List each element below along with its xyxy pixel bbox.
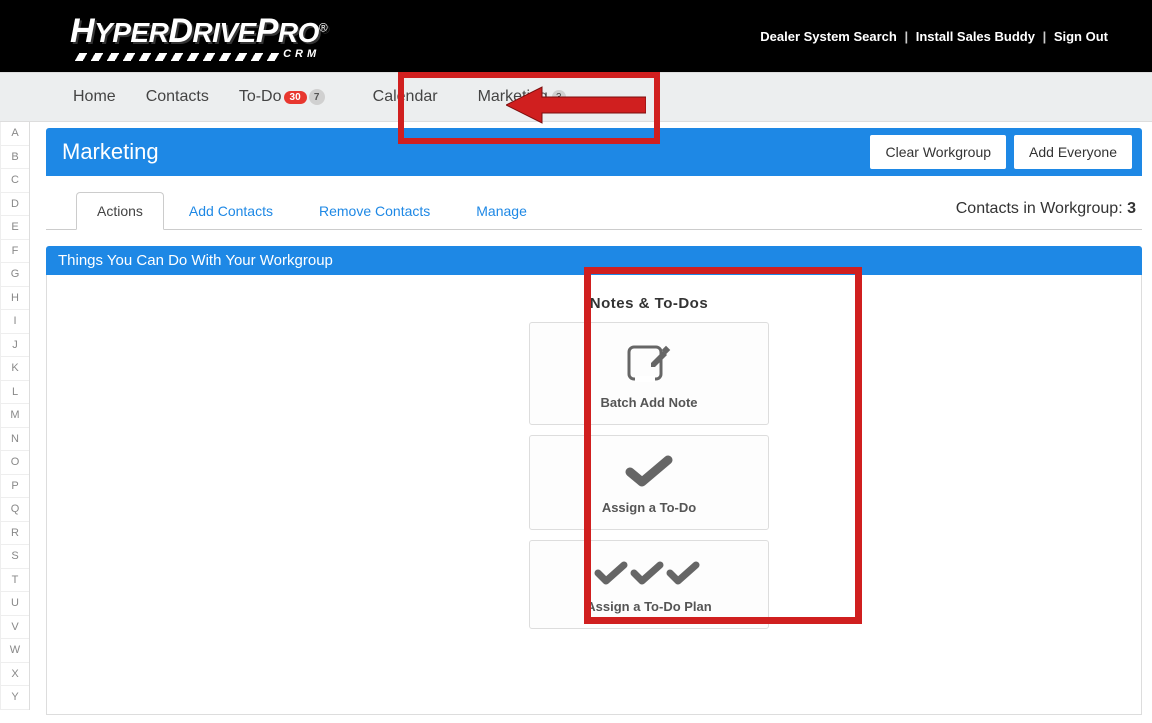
batch-add-note-card[interactable]: Batch Add Note [529, 322, 769, 425]
alpha-item-n[interactable]: N [0, 428, 29, 452]
tab-remove-contacts[interactable]: Remove Contacts [298, 192, 451, 229]
logo[interactable]: HYPERDRIVEPRO® CRM [70, 12, 327, 61]
card-section-title: Notes & To-Dos [529, 289, 769, 322]
clear-workgroup-button[interactable]: Clear Workgroup [870, 135, 1006, 169]
nav-marketing-label: Marketing [478, 88, 548, 106]
alpha-item-l[interactable]: L [0, 381, 29, 405]
nav-todo-label: To-Do [239, 88, 282, 106]
install-buddy-link[interactable]: Install Sales Buddy [912, 29, 1039, 44]
alpha-item-w[interactable]: W [0, 639, 29, 663]
alpha-item-e[interactable]: E [0, 216, 29, 240]
alpha-item-a[interactable]: A [0, 122, 29, 146]
sub-panel: Things You Can Do With Your Workgroup No… [46, 246, 1142, 715]
add-everyone-button[interactable]: Add Everyone [1014, 135, 1132, 169]
page-header: Marketing Clear Workgroup Add Everyone [46, 128, 1142, 176]
alpha-item-c[interactable]: C [0, 169, 29, 193]
alpha-item-m[interactable]: M [0, 404, 29, 428]
sub-panel-header: Things You Can Do With Your Workgroup [46, 246, 1142, 275]
tab-add-contacts[interactable]: Add Contacts [168, 192, 294, 229]
alpha-item-x[interactable]: X [0, 663, 29, 687]
alpha-item-h[interactable]: H [0, 287, 29, 311]
alpha-item-b[interactable]: B [0, 146, 29, 170]
workgroup-count-value: 3 [1127, 200, 1136, 217]
alpha-rail: ABCDEFGHIJKLMNOPQRSTUVWXY [0, 122, 30, 710]
alpha-item-k[interactable]: K [0, 357, 29, 381]
nav-calendar[interactable]: Calendar [358, 88, 453, 106]
logo-text: HYPERDRIVEPRO® [70, 12, 327, 51]
assign-todo-card[interactable]: Assign a To-Do [529, 435, 769, 530]
tab-actions[interactable]: Actions [76, 192, 164, 230]
tab-row: Actions Add Contacts Remove Contacts Man… [46, 192, 1142, 230]
sign-out-link[interactable]: Sign Out [1050, 29, 1112, 44]
logo-sub: CRM [283, 48, 320, 60]
sub-panel-body: Notes & To-Dos Batch Add Note [46, 275, 1142, 715]
todo-badge-red: 30 [284, 91, 307, 104]
nav-home[interactable]: Home [58, 88, 131, 106]
note-edit-icon [540, 341, 758, 383]
assign-todo-plan-label: Assign a To-Do Plan [540, 599, 758, 614]
nav-contacts[interactable]: Contacts [131, 88, 224, 106]
separator: | [904, 29, 908, 44]
alpha-item-p[interactable]: P [0, 475, 29, 499]
assign-todo-label: Assign a To-Do [540, 500, 758, 515]
alpha-item-u[interactable]: U [0, 592, 29, 616]
top-links: Dealer System Search | Install Sales Bud… [756, 29, 1112, 44]
main-content: Marketing Clear Workgroup Add Everyone A… [46, 128, 1142, 715]
alpha-item-q[interactable]: Q [0, 498, 29, 522]
separator: | [1043, 29, 1047, 44]
checker-decoration [75, 53, 280, 61]
triple-check-icon [540, 559, 758, 587]
alpha-item-r[interactable]: R [0, 522, 29, 546]
alpha-item-d[interactable]: D [0, 193, 29, 217]
alpha-item-j[interactable]: J [0, 334, 29, 358]
assign-todo-plan-card[interactable]: Assign a To-Do Plan [529, 540, 769, 629]
todo-badge-gray: 7 [309, 89, 325, 105]
nav-todo[interactable]: To-Do 30 7 [224, 88, 340, 106]
nav-marketing[interactable]: Marketing 3 [463, 88, 581, 106]
check-icon [540, 454, 758, 488]
batch-add-note-label: Batch Add Note [540, 395, 758, 410]
alpha-item-y[interactable]: Y [0, 686, 29, 710]
dealer-search-link[interactable]: Dealer System Search [756, 29, 901, 44]
alpha-item-v[interactable]: V [0, 616, 29, 640]
workgroup-count: Contacts in Workgroup: 3 [956, 200, 1136, 218]
page-title: Marketing [62, 139, 159, 165]
top-header: HYPERDRIVEPRO® CRM Dealer System Search … [0, 0, 1152, 72]
tab-manage[interactable]: Manage [455, 192, 548, 229]
nav-home-label: Home [73, 88, 116, 106]
nav-calendar-label: Calendar [373, 88, 438, 106]
alpha-item-f[interactable]: F [0, 240, 29, 264]
nav-contacts-label: Contacts [146, 88, 209, 106]
alpha-item-g[interactable]: G [0, 263, 29, 287]
workgroup-count-label: Contacts in Workgroup: [956, 200, 1127, 217]
nav-bar: Home Contacts To-Do 30 7 Calendar Market… [0, 72, 1152, 122]
alpha-item-t[interactable]: T [0, 569, 29, 593]
alpha-item-o[interactable]: O [0, 451, 29, 475]
alpha-item-i[interactable]: I [0, 310, 29, 334]
alpha-item-s[interactable]: S [0, 545, 29, 569]
card-column: Notes & To-Dos Batch Add Note [529, 289, 769, 700]
header-buttons: Clear Workgroup Add Everyone [870, 135, 1132, 169]
marketing-badge: 3 [552, 90, 566, 104]
